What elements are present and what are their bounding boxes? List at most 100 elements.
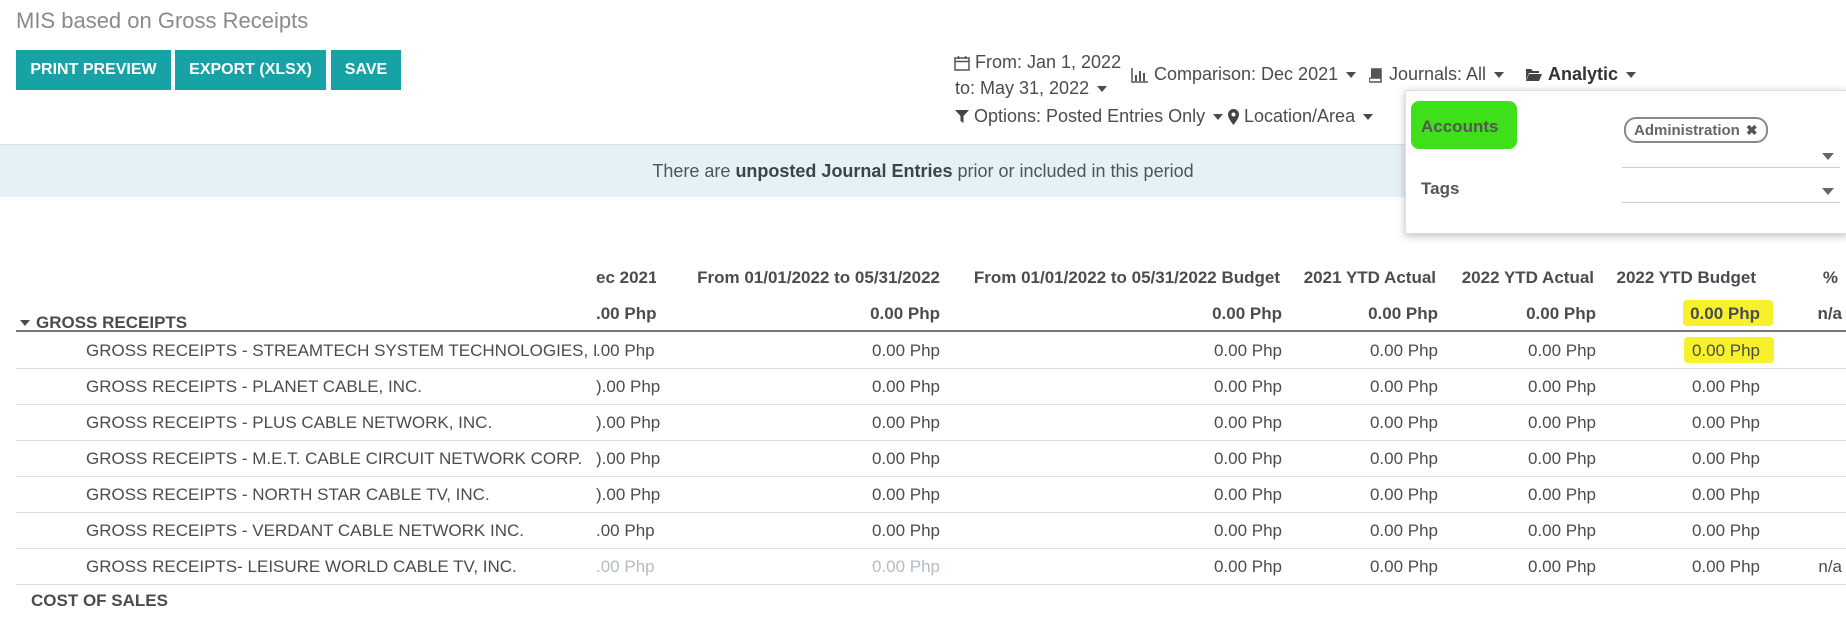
row-period-value: 0.00 Php <box>871 341 940 360</box>
tags-label: Tags <box>1421 179 1460 198</box>
options-filter[interactable]: Options: Posted Entries Only <box>955 106 1224 127</box>
row-account-label[interactable]: GROSS RECEIPTS - STREAMTECH SYSTEM TECHN… <box>86 341 596 361</box>
caret-down-icon <box>20 320 30 326</box>
row-ytd-budget-value: 0.00 Php <box>1691 413 1760 432</box>
row-ytd-2022-value: 0.00 Php <box>1527 485 1596 504</box>
row-comparison-value: .00 Php <box>596 557 655 576</box>
book-icon <box>1369 67 1382 83</box>
options-label: Options: Posted Entries Only <box>974 106 1206 126</box>
export-xlsx-button[interactable]: EXPORT (XLSX) <box>175 50 326 90</box>
chevron-down-icon <box>1626 71 1637 78</box>
row-ytd-budget-value: 0.00 Php <box>1691 377 1760 396</box>
group-percent-value: n/a <box>1817 304 1842 323</box>
analytic-filter[interactable]: Analytic <box>1525 64 1637 85</box>
row-account-label[interactable]: GROSS RECEIPTS - PLUS CABLE NETWORK, INC… <box>86 413 596 433</box>
print-preview-button[interactable]: PRINT PREVIEW <box>16 50 171 90</box>
row-budget-value: 0.00 Php <box>1213 557 1282 576</box>
comparison-label: Comparison: Dec 2021 <box>1154 64 1339 84</box>
header-budget: From 01/01/2022 to 05/31/2022 Budget <box>973 268 1280 287</box>
journals-label: Journals: All <box>1389 64 1487 84</box>
row-account-label[interactable]: GROSS RECEIPTS - NORTH STAR CABLE TV, IN… <box>86 485 596 505</box>
row-comparison-value: ).00 Php <box>596 449 660 468</box>
row-ytd-budget-value: 0.00 Php <box>1691 485 1760 504</box>
page-title: MIS based on Gross Receipts <box>16 8 309 33</box>
administration-tag[interactable]: Administration ✖ <box>1624 117 1768 143</box>
chevron-down-icon <box>1213 113 1224 120</box>
chevron-down-icon[interactable] <box>1822 188 1834 195</box>
row-budget-value: 0.00 Php <box>1213 485 1282 504</box>
date-to-filter[interactable]: to: May 31, 2022 <box>955 78 1108 99</box>
row-ytd-2021-value: 0.00 Php <box>1369 557 1438 576</box>
row-budget-value: 0.00 Php <box>1213 341 1282 360</box>
row-period-value: 0.00 Php <box>871 521 940 540</box>
accounts-select-underline <box>1622 167 1840 168</box>
accounts-label: Accounts <box>1421 117 1499 136</box>
row-divider <box>16 584 1846 585</box>
group-ytd-budget-value: 0.00 Php <box>1690 304 1760 323</box>
bar-chart-icon <box>1131 67 1148 83</box>
date-to-label: to: May 31, 2022 <box>955 78 1090 98</box>
row-ytd-2022-value: 0.00 Php <box>1527 557 1596 576</box>
close-icon[interactable]: ✖ <box>1746 122 1758 139</box>
group-comparison-value: .00 Php <box>596 304 657 323</box>
group-budget-value: 0.00 Php <box>1212 304 1282 323</box>
row-comparison-value: ).00 Php <box>596 413 660 432</box>
journals-filter[interactable]: Journals: All <box>1369 64 1505 85</box>
group-separator <box>16 330 1846 332</box>
save-button[interactable]: SAVE <box>331 50 401 90</box>
group-ytd-2022-value: 0.00 Php <box>1526 304 1596 323</box>
row-budget-value: 0.00 Php <box>1213 449 1282 468</box>
chevron-down-icon <box>1494 71 1505 78</box>
row-period-value: 0.00 Php <box>871 413 940 432</box>
row-pct-value: n/a <box>1818 557 1842 576</box>
cost-of-sales-group-row[interactable]: COST OF SALES <box>31 591 168 611</box>
date-from-label: From: Jan 1, 2022 <box>975 52 1122 72</box>
row-comparison-value: ).00 Php <box>596 377 660 396</box>
row-period-value: 0.00 Php <box>871 449 940 468</box>
chevron-down-icon <box>1363 113 1374 120</box>
row-ytd-2022-value: 0.00 Php <box>1527 449 1596 468</box>
location-label: Location/Area <box>1244 106 1356 126</box>
row-account-label[interactable]: GROSS RECEIPTS - VERDANT CABLE NETWORK I… <box>86 521 596 541</box>
location-filter[interactable]: Location/Area <box>1228 106 1374 127</box>
row-account-label[interactable]: GROSS RECEIPTS - PLANET CABLE, INC. <box>86 377 596 397</box>
comparison-filter[interactable]: Comparison: Dec 2021 <box>1131 64 1357 85</box>
row-ytd-2021-value: 0.00 Php <box>1369 485 1438 504</box>
row-period-value: 0.00 Php <box>871 377 940 396</box>
row-ytd-2022-value: 0.00 Php <box>1527 413 1596 432</box>
row-ytd-budget-value: 0.00 Php <box>1691 341 1760 360</box>
date-filter[interactable]: From: Jan 1, 2022 <box>954 52 1121 73</box>
row-account-label[interactable]: GROSS RECEIPTS- LEISURE WORLD CABLE TV, … <box>86 557 596 577</box>
row-ytd-budget-value: 0.00 Php <box>1691 449 1760 468</box>
row-ytd-2022-value: 0.00 Php <box>1527 341 1596 360</box>
analytic-dropdown-panel: Accounts Administration ✖ Tags <box>1405 90 1846 234</box>
row-account-label[interactable]: GROSS RECEIPTS - M.E.T. CABLE CIRCUIT NE… <box>86 449 596 469</box>
row-budget-value: 0.00 Php <box>1213 521 1282 540</box>
row-ytd-2022-value: 0.00 Php <box>1527 521 1596 540</box>
banner-suffix: prior or included in this period <box>952 160 1194 181</box>
row-ytd-2022-value: 0.00 Php <box>1527 377 1596 396</box>
header-2021-ytd-actual: 2021 YTD Actual <box>1303 268 1436 287</box>
row-ytd-2021-value: 0.00 Php <box>1369 521 1438 540</box>
filter-icon <box>955 110 969 123</box>
row-ytd-budget-value: 0.00 Php <box>1691 557 1760 576</box>
row-ytd-2021-value: 0.00 Php <box>1369 449 1438 468</box>
row-comparison-value: .00 Php <box>596 521 655 540</box>
row-comparison-value: ).00 Php <box>596 485 660 504</box>
row-ytd-budget-value: 0.00 Php <box>1691 521 1760 540</box>
row-ytd-2021-value: 0.00 Php <box>1369 341 1438 360</box>
banner-prefix: There are <box>652 160 736 181</box>
row-period-value: 0.00 Php <box>871 557 940 576</box>
row-budget-value: 0.00 Php <box>1213 413 1282 432</box>
calendar-icon <box>954 55 970 71</box>
analytic-label: Analytic <box>1548 64 1619 84</box>
chevron-down-icon <box>1346 71 1357 78</box>
group-ytd-2021-value: 0.00 Php <box>1368 304 1438 323</box>
tags-select-underline <box>1622 202 1840 203</box>
administration-tag-label: Administration <box>1634 121 1740 139</box>
row-period-value: 0.00 Php <box>871 485 940 504</box>
group-period-value: 0.00 Php <box>870 304 940 323</box>
chevron-down-icon[interactable] <box>1822 153 1834 160</box>
row-budget-value: 0.00 Php <box>1213 377 1282 396</box>
row-ytd-2021-value: 0.00 Php <box>1369 413 1438 432</box>
